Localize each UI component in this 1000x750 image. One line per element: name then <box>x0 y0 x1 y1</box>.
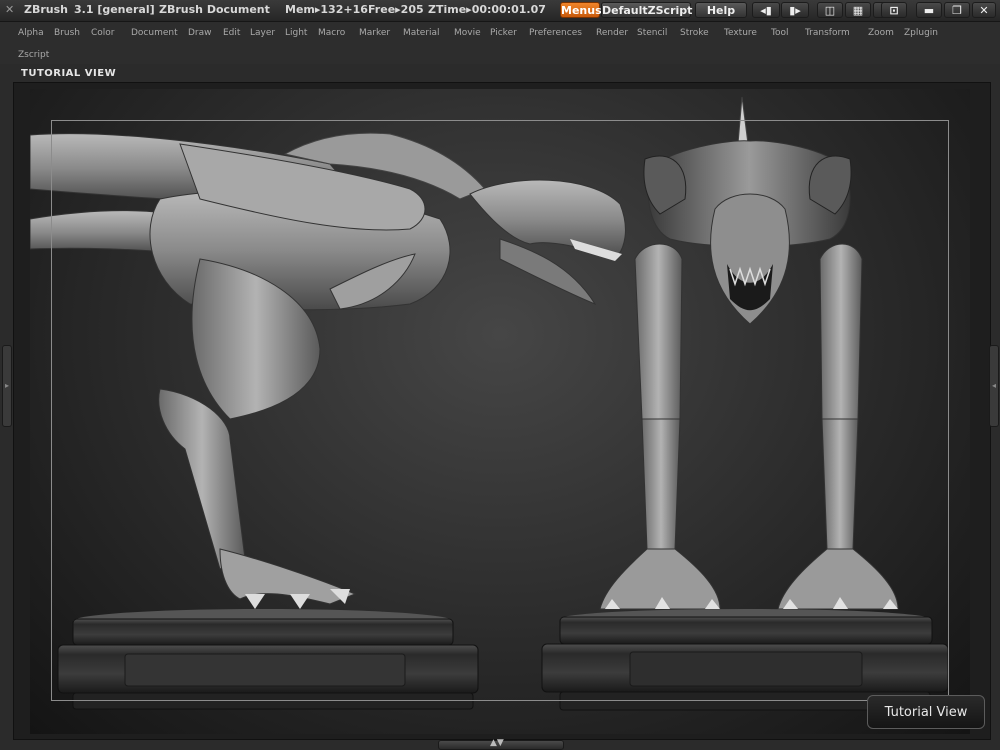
document-canvas[interactable] <box>30 89 970 734</box>
restore-icon[interactable]: ❐ <box>944 2 970 18</box>
zbrush-logo-icon: ✕ <box>5 3 15 16</box>
expand-panel-icon[interactable]: ▮▸ <box>781 2 809 18</box>
minimize-icon[interactable]: ▬ <box>916 2 942 18</box>
dinosaur-sculpt-image <box>30 96 949 711</box>
menu-movie[interactable]: Movie <box>454 28 481 38</box>
tutorial-view-header: TUTORIAL VIEW <box>21 68 117 79</box>
menu-stroke[interactable]: Stroke <box>680 28 709 38</box>
menu-zoom[interactable]: Zoom <box>868 28 894 38</box>
app-version: 3.1 [general] <box>74 3 155 16</box>
menu-bar: Alpha Brush Color Document Draw Edit Lay… <box>0 22 1000 64</box>
menu-document[interactable]: Document <box>131 28 178 38</box>
menu-preferences[interactable]: Preferences <box>529 28 582 38</box>
menu-marker[interactable]: Marker <box>359 28 390 38</box>
ztime-readout: ZTime▸00:00:01.07 <box>428 3 546 16</box>
menu-render[interactable]: Render <box>596 28 628 38</box>
help-button[interactable]: Help <box>695 2 747 18</box>
layout-a-icon[interactable]: ◫ <box>817 2 843 18</box>
close-icon[interactable]: ✕ <box>972 2 996 18</box>
menu-tool[interactable]: Tool <box>771 28 788 38</box>
menu-light[interactable]: Light <box>285 28 307 38</box>
title-bar: ✕ ZBrush 3.1 [general] ZBrush Document M… <box>0 0 1000 22</box>
menu-texture[interactable]: Texture <box>724 28 757 38</box>
left-tray-handle[interactable]: ▸ <box>2 345 12 427</box>
menu-stencil[interactable]: Stencil <box>637 28 667 38</box>
menu-zplugin[interactable]: Zplugin <box>904 28 938 38</box>
menu-transform[interactable]: Transform <box>805 28 850 38</box>
menu-layer[interactable]: Layer <box>250 28 275 38</box>
menu-edit[interactable]: Edit <box>223 28 240 38</box>
menu-zscript[interactable]: Zscript <box>18 50 49 60</box>
mem-readout: Mem▸132+16 <box>285 3 368 16</box>
menu-material[interactable]: Material <box>403 28 440 38</box>
menu-draw[interactable]: Draw <box>188 28 212 38</box>
free-readout: Free▸205 <box>368 3 424 16</box>
shrink-panel-icon[interactable]: ◂▮ <box>752 2 780 18</box>
menu-picker[interactable]: Picker <box>490 28 517 38</box>
document-name: ZBrush Document <box>159 3 270 16</box>
default-zscript-button[interactable]: DefaultZScript <box>601 2 692 18</box>
right-tray-handle[interactable]: ◂ <box>989 345 999 427</box>
bottom-tray-arrow-icon[interactable]: ▲▼ <box>490 738 504 748</box>
app-name: ZBrush <box>24 3 68 16</box>
lock-icon[interactable]: ⊡ <box>881 2 907 18</box>
layout-b-icon[interactable]: ▦ <box>845 2 871 18</box>
menu-brush[interactable]: Brush <box>54 28 80 38</box>
menu-alpha[interactable]: Alpha <box>18 28 44 38</box>
menus-button[interactable]: Menus <box>560 2 602 18</box>
menu-macro[interactable]: Macro <box>318 28 345 38</box>
tutorial-view-tooltip: Tutorial View <box>867 695 985 729</box>
menu-color[interactable]: Color <box>91 28 115 38</box>
